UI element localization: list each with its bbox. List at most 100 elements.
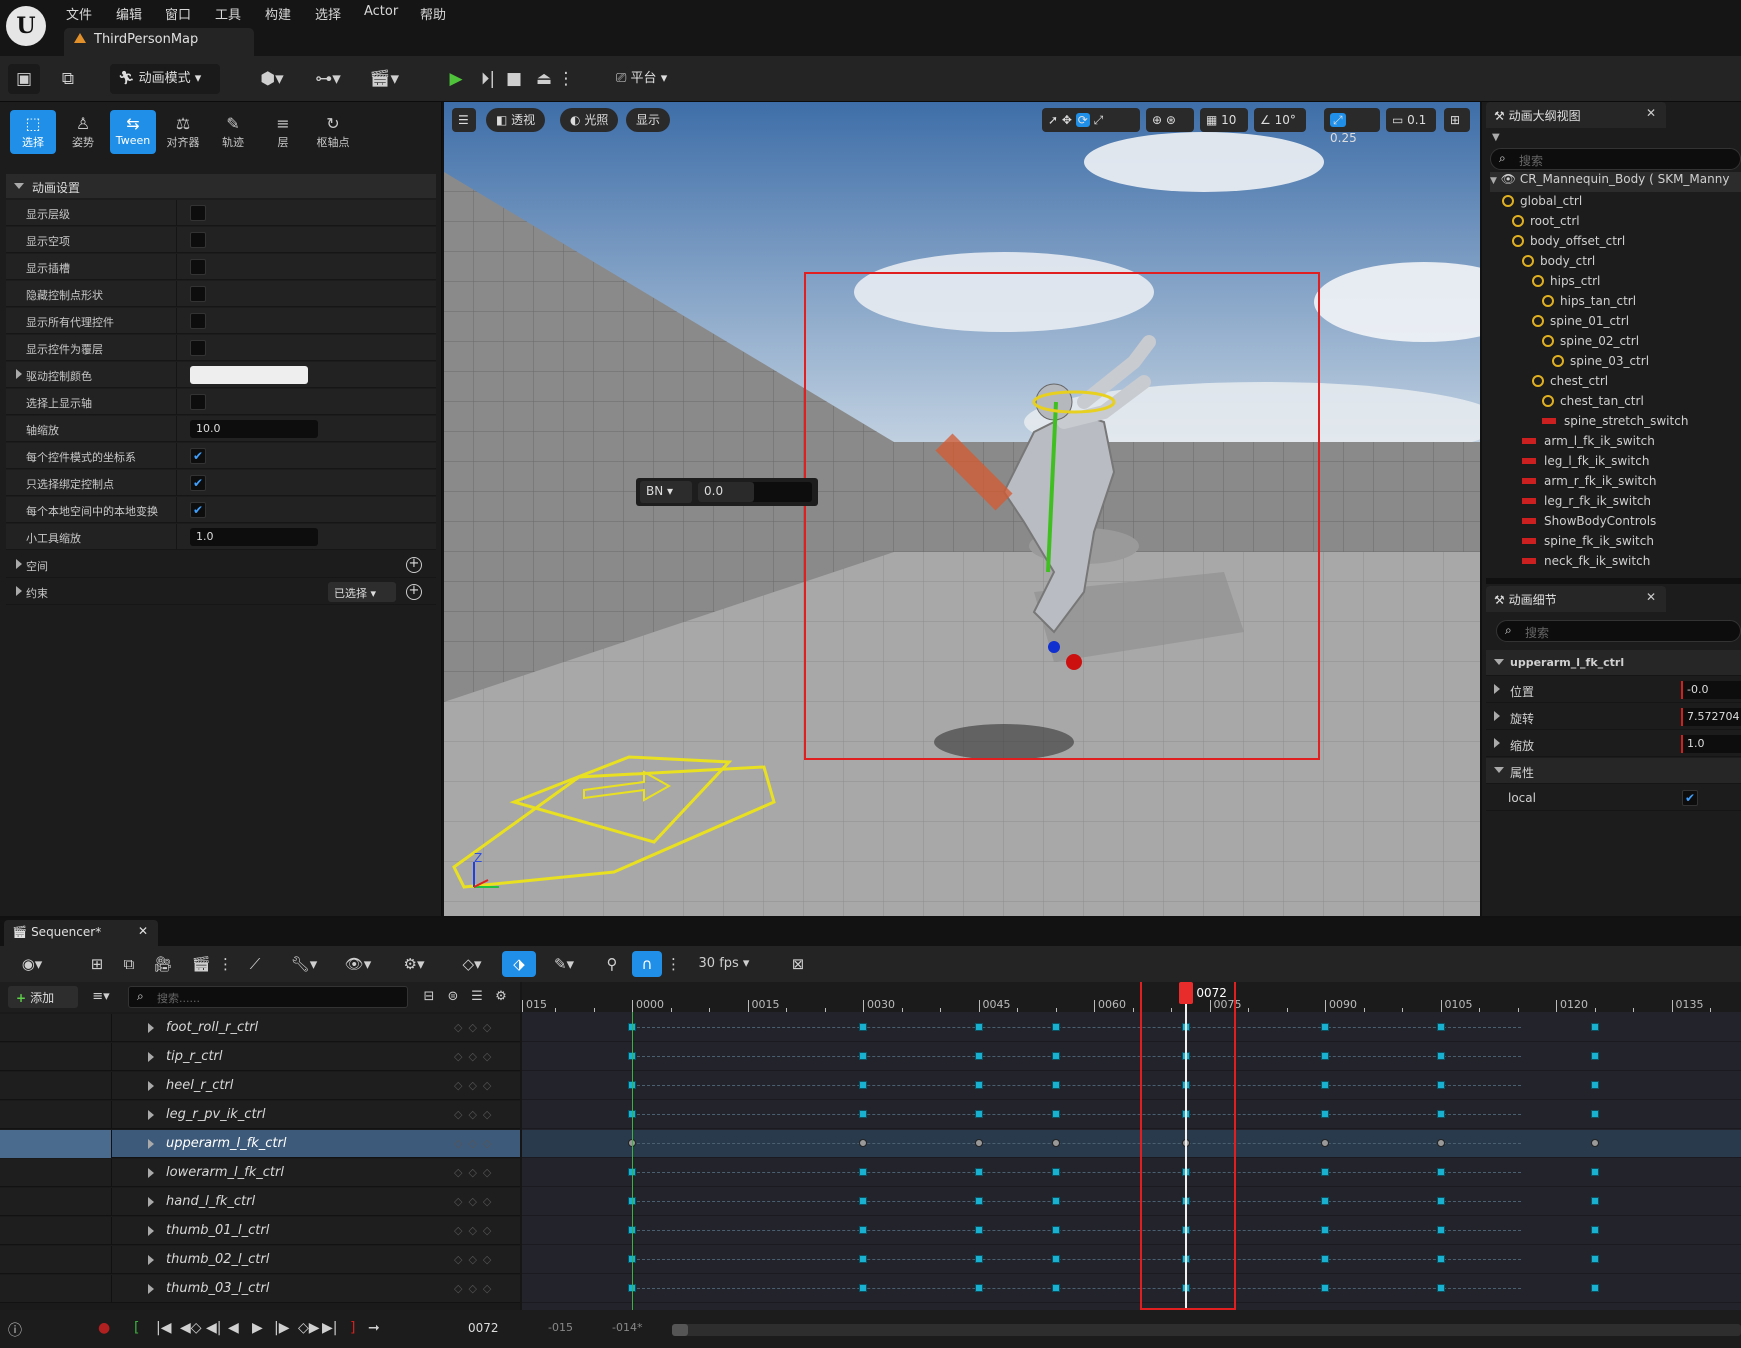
keyframe[interactable] xyxy=(1321,1168,1329,1176)
menu-actor[interactable]: Actor xyxy=(364,4,398,19)
menu-help[interactable]: 帮助 xyxy=(420,4,446,23)
sequencer-tab[interactable]: 🎬︎ Sequencer* ✕ xyxy=(4,920,158,946)
platform-dropdown[interactable]: ⎚ 平台 ▾ xyxy=(608,64,680,94)
add-track-icon[interactable]: ⊞ xyxy=(86,951,108,977)
grid-snap-button[interactable]: ▦ 10 xyxy=(1200,108,1248,132)
settings-dropdown-icon[interactable]: ⚙▾ xyxy=(394,951,434,977)
keyframe[interactable] xyxy=(1051,1284,1060,1292)
eye-icon[interactable]: 👁︎ xyxy=(1501,172,1516,186)
close-icon[interactable]: ✕ xyxy=(1646,106,1656,120)
keyframe-nav-icon[interactable]: ◇◇◇ xyxy=(454,1166,497,1179)
keyframe[interactable] xyxy=(859,1226,867,1234)
play-icon[interactable]: ▶ xyxy=(440,64,472,94)
expand-arrow-icon[interactable] xyxy=(1494,711,1500,721)
keyframe[interactable] xyxy=(1436,1168,1445,1176)
collapse-all-icon[interactable]: ⊟ xyxy=(420,984,438,1010)
key-lane[interactable] xyxy=(522,1101,1741,1129)
outliner-item[interactable]: arm_r_fk_ik_switch xyxy=(1522,474,1656,494)
rotate-icon[interactable]: ⟳ xyxy=(1075,113,1090,127)
keyframe[interactable] xyxy=(1590,1168,1599,1176)
track-row[interactable]: thumb_03_l_ctrl ◇◇◇ xyxy=(0,1275,520,1303)
content-browser-icon[interactable]: ⧉ xyxy=(52,64,84,94)
keyframe[interactable] xyxy=(859,1023,867,1031)
viewport-menu-icon[interactable]: ☰ xyxy=(452,108,476,132)
key-lane[interactable] xyxy=(522,1217,1741,1245)
constraint-dropdown[interactable]: 已选择 ▾ xyxy=(328,582,396,602)
close-icon[interactable]: ✕ xyxy=(138,924,148,938)
details-tab[interactable]: ⚒ 动画细节 ✕ xyxy=(1486,586,1666,612)
prev-frame-icon[interactable]: ◀| xyxy=(206,1320,221,1336)
keyframe[interactable] xyxy=(859,1168,867,1176)
keyframe[interactable] xyxy=(1051,1255,1060,1263)
keyframe[interactable] xyxy=(974,1052,983,1060)
timeline-scrollbar[interactable] xyxy=(672,1324,1741,1336)
keyframe[interactable] xyxy=(1321,1284,1329,1292)
add-space-icon[interactable]: + xyxy=(406,557,422,573)
browse-icon[interactable]: ⧉ xyxy=(118,951,140,977)
world-icon[interactable]: ⊕ xyxy=(1152,113,1162,127)
set-start-icon[interactable]: [ xyxy=(134,1320,139,1336)
setting-checkbox[interactable] xyxy=(190,205,206,221)
keyframe[interactable] xyxy=(1436,1052,1445,1060)
outliner-item[interactable]: spine_01_ctrl xyxy=(1532,314,1629,334)
setting-checkbox[interactable] xyxy=(190,259,206,275)
keyframe[interactable] xyxy=(974,1226,983,1234)
wrench-dropdown-icon[interactable]: 🔧︎▾ xyxy=(284,951,324,977)
keyframe[interactable] xyxy=(1436,1139,1445,1147)
world-dropdown-icon[interactable]: ◉▾ xyxy=(12,951,52,977)
keyframe[interactable] xyxy=(1436,1110,1445,1118)
keyframe[interactable] xyxy=(974,1081,983,1089)
mode-layer[interactable]: ≡ 层 xyxy=(260,110,306,154)
key-lane[interactable] xyxy=(522,1072,1741,1100)
scrollbar-thumb[interactable] xyxy=(672,1324,688,1336)
outliner-item[interactable]: neck_fk_ik_switch xyxy=(1522,554,1650,574)
panel-splitter[interactable] xyxy=(1486,578,1741,584)
play-options-icon[interactable]: ⋮ xyxy=(556,64,576,94)
setting-checkbox[interactable] xyxy=(190,232,206,248)
expand-arrow-icon[interactable] xyxy=(148,1052,154,1062)
track-search[interactable]: ⌕ 搜索...... xyxy=(128,986,408,1008)
show-button[interactable]: 显示 xyxy=(626,108,671,132)
keyframe-nav-icon[interactable]: ◇◇◇ xyxy=(454,1282,497,1295)
key-lane[interactable] xyxy=(522,1014,1741,1042)
jump-start-icon[interactable]: |◀ xyxy=(156,1320,171,1336)
track-row[interactable]: heel_r_ctrl ◇◇◇ xyxy=(0,1072,520,1100)
camera-cut-icon[interactable]: 🎥︎ xyxy=(152,951,174,977)
level-tab[interactable]: ThirdPersonMap xyxy=(64,28,254,56)
prev-key-icon[interactable]: ◀◇ xyxy=(180,1320,202,1336)
keyframe[interactable] xyxy=(1590,1023,1599,1031)
keyframe[interactable] xyxy=(1436,1023,1445,1031)
setting-checkbox[interactable]: ✔ xyxy=(190,475,206,491)
scale-icon[interactable]: ⤢ xyxy=(1094,113,1104,127)
keyframe[interactable] xyxy=(1051,1139,1060,1147)
expand-arrow-icon[interactable] xyxy=(148,1081,154,1091)
view-end-field[interactable]: -014* xyxy=(612,1321,642,1334)
keyframe[interactable] xyxy=(1321,1226,1329,1234)
add-constraint-icon[interactable]: + xyxy=(406,584,422,600)
current-frame-field[interactable]: 0072 xyxy=(468,1321,499,1335)
keyframe[interactable] xyxy=(1436,1255,1445,1263)
keyframe-nav-icon[interactable]: ◇◇◇ xyxy=(454,1224,497,1237)
tween-space-dropdown[interactable]: BN ▾ xyxy=(640,481,692,503)
add-actor-icon[interactable]: ⬢▾ xyxy=(252,64,292,94)
keyframe[interactable] xyxy=(859,1081,867,1089)
timeline-area[interactable]: 015 0000 0015 0030 0045 0060 0075 0090 0105 0120 0… xyxy=(522,982,1741,1310)
details-search[interactable]: ⌕ 搜索 xyxy=(1496,620,1741,642)
keyframe[interactable] xyxy=(974,1110,983,1118)
keyframe[interactable] xyxy=(859,1139,867,1147)
space-row[interactable]: 空间 + xyxy=(6,552,436,578)
setting-checkbox[interactable]: ✔ xyxy=(190,502,206,518)
outliner-item[interactable]: leg_r_fk_ik_switch xyxy=(1522,494,1651,514)
keyframe[interactable] xyxy=(859,1110,867,1118)
details-section-header[interactable]: upperarm_l_fk_ctrl xyxy=(1486,650,1741,676)
keyframe[interactable] xyxy=(1321,1255,1329,1263)
camera-speed-button[interactable]: ▭ 0.1 xyxy=(1386,108,1436,132)
list-icon[interactable]: ☰ xyxy=(468,984,486,1010)
mode-pivot[interactable]: ↻ 枢轴点 xyxy=(310,110,356,154)
mode-pose[interactable]: ♙ 姿势 xyxy=(60,110,106,154)
attributes-section-header[interactable]: 属性 xyxy=(1486,758,1741,784)
perspective-button[interactable]: ◧ 透视 xyxy=(486,108,546,132)
pen-dropdown-icon[interactable]: ✎▾ xyxy=(546,951,582,977)
outliner-item[interactable]: hips_ctrl xyxy=(1532,274,1600,294)
keyframe[interactable] xyxy=(1051,1081,1060,1089)
